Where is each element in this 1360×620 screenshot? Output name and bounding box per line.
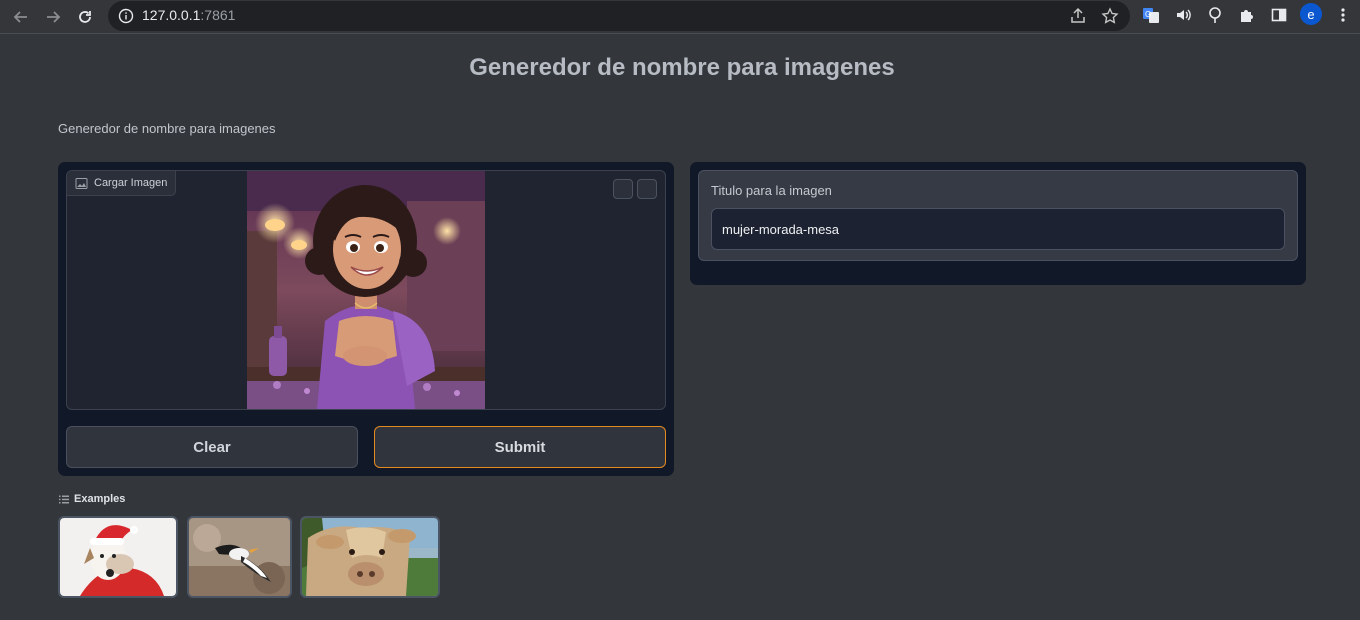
lens-icon[interactable] [1204,4,1226,26]
image-label-text: Cargar Imagen [94,177,168,189]
app-description: Generedor de nombre para imagenes [58,121,276,136]
url-port: :7861 [200,7,236,23]
forward-icon[interactable] [41,5,65,29]
output-textbox-label: Titulo para la imagen [711,183,832,198]
output-panel: Titulo para la imagen mujer-morada-mesa [690,162,1306,285]
back-icon[interactable] [9,5,33,29]
image-icon [75,178,88,189]
image-upload[interactable]: Cargar Imagen [66,170,666,410]
svg-text:G: G [1145,10,1151,19]
translate-icon[interactable]: G [1140,4,1162,26]
speaker-icon[interactable] [1172,4,1194,26]
share-icon[interactable] [1068,6,1088,26]
uploaded-image [247,171,485,409]
examples-header: Examples [59,493,125,505]
profile-avatar[interactable]: e [1300,3,1322,25]
bookmark-star-icon[interactable] [1100,6,1120,26]
clear-button[interactable]: Clear [66,426,358,468]
remove-image-button[interactable] [637,179,657,199]
example-bird[interactable] [187,516,292,598]
url-text: 127.0.0.1:7861 [142,7,235,23]
example-dog[interactable] [58,516,178,598]
address-bar[interactable]: 127.0.0.1:7861 [108,1,1130,31]
output-textbox-block: Titulo para la imagen mujer-morada-mesa [698,170,1298,261]
site-info-icon[interactable] [118,8,134,24]
input-panel: Cargar Imagen Clear Submit [58,162,674,476]
list-icon [59,495,69,503]
edit-image-button[interactable] [613,179,633,199]
url-host: 127.0.0.1 [142,7,201,23]
example-cow[interactable] [300,516,440,598]
image-upload-label: Cargar Imagen [67,171,177,196]
side-panel-icon[interactable] [1268,4,1290,26]
page-title: Generedor de nombre para imagenes [469,54,895,81]
examples-title: Examples [74,493,126,505]
more-icon[interactable] [1332,4,1354,26]
output-textbox[interactable]: mujer-morada-mesa [711,208,1285,250]
reload-icon[interactable] [73,5,97,29]
browser-toolbar: 127.0.0.1:7861 G e [0,0,1360,34]
submit-button[interactable]: Submit [374,426,666,468]
extensions-icon[interactable] [1236,4,1258,26]
